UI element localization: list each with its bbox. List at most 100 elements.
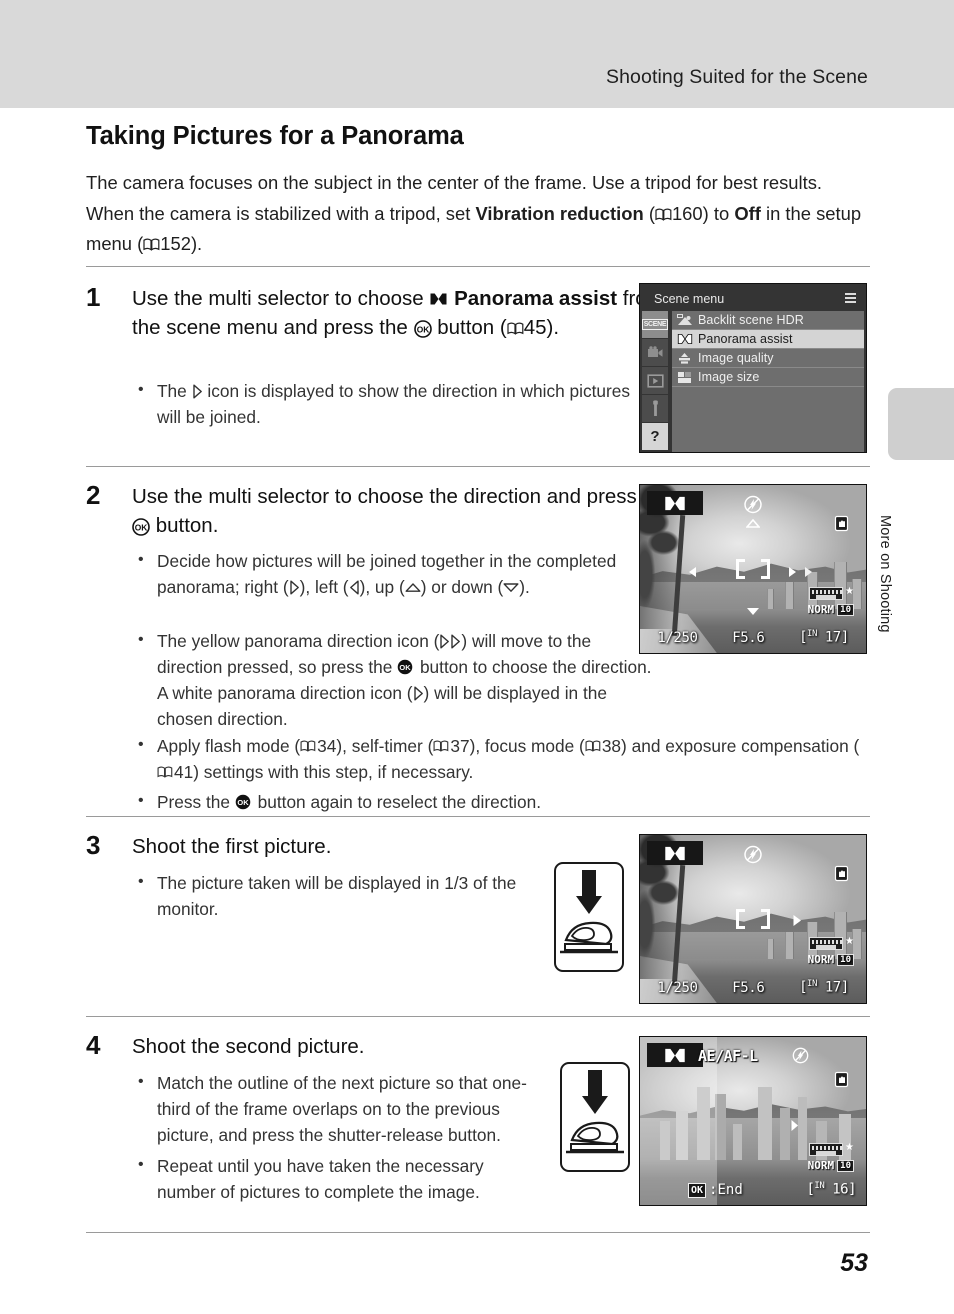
lcd-scene: ★ NORM 10 1/250 F5.6 [IN 17] <box>640 835 866 1003</box>
sidebar-item-setup[interactable] <box>642 395 668 422</box>
flash-off-icon <box>744 845 763 869</box>
sidebar-item-movie[interactable] <box>642 339 668 366</box>
page-header-band <box>0 0 954 108</box>
star-icon: ★ <box>845 586 854 597</box>
b3-t5: ) settings with this step, if necessary. <box>193 762 474 782</box>
sidebar-item-scene[interactable]: SCENE <box>641 311 669 338</box>
image-quality-icon <box>675 351 694 366</box>
step-2-head-text-2: button. <box>150 514 219 537</box>
list-item: The icon is displayed to show the direct… <box>132 377 652 430</box>
help-tab-label: ? <box>650 428 660 445</box>
end-label: :End <box>709 1182 743 1198</box>
direction-right-indicator <box>790 1119 799 1137</box>
b3-ref4: 41 <box>174 762 194 782</box>
b1-t4: ) or down ( <box>420 577 504 597</box>
ae-af-lock-indicator: AE/AF-L <box>698 1047 758 1065</box>
image-quality-indicator: NORM 10 <box>808 603 854 616</box>
manual-page: Shooting Suited for the Scene More on Sh… <box>0 0 954 1314</box>
menu-item-panorama-assist[interactable]: Panorama assist <box>672 330 864 349</box>
recording-indicators: ★ NORM 10 <box>808 587 854 616</box>
movie-quality-icon <box>809 937 844 950</box>
direction-left-indicator <box>688 565 697 583</box>
star-icon: ★ <box>845 1142 854 1153</box>
step-divider <box>86 266 870 267</box>
list-item: Press the OK button again to reselect th… <box>132 788 872 815</box>
camera-lcd-step2: ★ NORM 10 1/250 F5.6 [IN 17] <box>639 484 867 654</box>
step-4-number: 4 <box>86 1030 101 1060</box>
step-1-bullets: The icon is displayed to show the direct… <box>132 377 652 433</box>
movie-camera-icon <box>647 346 662 357</box>
focus-brackets <box>736 559 770 579</box>
shutter-speed: 1/250 <box>657 979 698 996</box>
vibration-reduction-icon <box>833 865 850 887</box>
book-reference-icon <box>507 322 524 335</box>
b4-t1: Press the <box>157 792 235 812</box>
panorama-icon <box>665 496 685 510</box>
panorama-icon <box>675 332 694 347</box>
image-size-indicator: 10 <box>837 1159 854 1172</box>
step-2-heading: Use the multi selector to choose the dir… <box>132 482 672 540</box>
intro-text-3: ) to <box>702 202 735 224</box>
direction-right-selected-indicator <box>804 565 813 583</box>
image-quality-indicator: NORM 10 <box>808 953 854 966</box>
aperture: F5.6 <box>732 629 765 646</box>
b3-ref3: 38 <box>601 736 622 756</box>
sidebar-item-help[interactable]: ? <box>642 423 668 450</box>
book-reference-icon <box>300 740 317 753</box>
menu-item-label: Backlit scene HDR <box>698 313 804 327</box>
ok-button-icon: OK <box>132 518 150 536</box>
ok-key-badge: OK <box>688 1182 707 1198</box>
step-2-head-text-1: Use the multi selector to choose the dir… <box>132 485 671 508</box>
step-1-head-text-3: button ( <box>431 316 507 339</box>
b3-t4: ) and exposure compensation ( <box>621 736 860 756</box>
step-divider <box>86 1232 870 1233</box>
panorama-mode-indicator <box>647 491 703 515</box>
step-2-bullet-2a: The yellow panorama direction icon () wi… <box>132 627 652 735</box>
side-tab-label: More on Shooting <box>877 515 893 633</box>
b1-t3: ), up ( <box>359 577 405 597</box>
movie-quality-icon <box>809 587 844 600</box>
list-item: Decide how pictures will be joined toget… <box>132 547 652 600</box>
step-1-head-bold: Panorama assist <box>454 287 618 310</box>
menu-item-image-size[interactable]: Image size <box>672 368 864 387</box>
image-size-icon <box>675 370 694 385</box>
menu-item-backlit-scene-hdr[interactable]: Backlit scene HDR <box>672 311 864 330</box>
direction-left-icon <box>349 580 360 595</box>
intro-bold-off: Off <box>734 202 761 224</box>
b4-t2: button again to reselect the direction. <box>252 792 542 812</box>
menu-item-image-quality[interactable]: Image quality <box>672 349 864 368</box>
quality-label: NORM <box>807 1159 835 1172</box>
backlit-hdr-icon <box>675 313 694 328</box>
svg-text:OK: OK <box>400 663 412 672</box>
intro-text-2: ( <box>643 202 655 224</box>
book-reference-icon <box>433 740 450 753</box>
sidebar-item-playback[interactable] <box>642 367 668 394</box>
scene-menu-list: Backlit scene HDR Panorama assist Image … <box>672 311 864 452</box>
scene-menu-title: Scene menu <box>654 292 725 306</box>
lcd-scene: AE/AF-L ★ NORM 10 OK:End [IN 16] <box>640 1037 866 1205</box>
movie-quality-icon <box>809 1143 844 1156</box>
step-4-heading: Shoot the second picture. <box>132 1035 365 1058</box>
ok-button-icon: OK <box>235 794 253 812</box>
direction-right-icon <box>289 580 300 595</box>
panorama-mode-indicator <box>647 841 703 865</box>
step-3-bullets: The picture taken will be displayed in 1… <box>132 869 532 925</box>
menu-item-label: Image size <box>698 370 760 384</box>
direction-right-indicator <box>788 565 797 583</box>
direction-up-icon <box>405 582 421 593</box>
camera-lcd-step3: ★ NORM 10 1/250 F5.6 [IN 17] <box>639 834 867 1004</box>
b3-t1: Apply flash mode ( <box>157 736 301 756</box>
playback-icon <box>646 373 664 388</box>
running-header-title: Shooting Suited for the Scene <box>606 66 868 88</box>
step-1-head-text-4: ). <box>546 316 560 339</box>
ok-button-icon: OK <box>397 659 415 677</box>
b3-t2: ), self-timer ( <box>336 736 434 756</box>
shots-remaining: [IN 17] <box>799 979 849 996</box>
end-panorama-hint: OK :End <box>688 1182 743 1198</box>
page-number: 53 <box>840 1249 868 1277</box>
step-2-number: 2 <box>86 480 101 510</box>
scene-tab-label: SCENE <box>641 319 669 330</box>
direction-up-indicator <box>745 515 761 533</box>
step-1-bullet-text-1: The <box>157 381 192 401</box>
intro-text-5: ). <box>190 233 203 254</box>
